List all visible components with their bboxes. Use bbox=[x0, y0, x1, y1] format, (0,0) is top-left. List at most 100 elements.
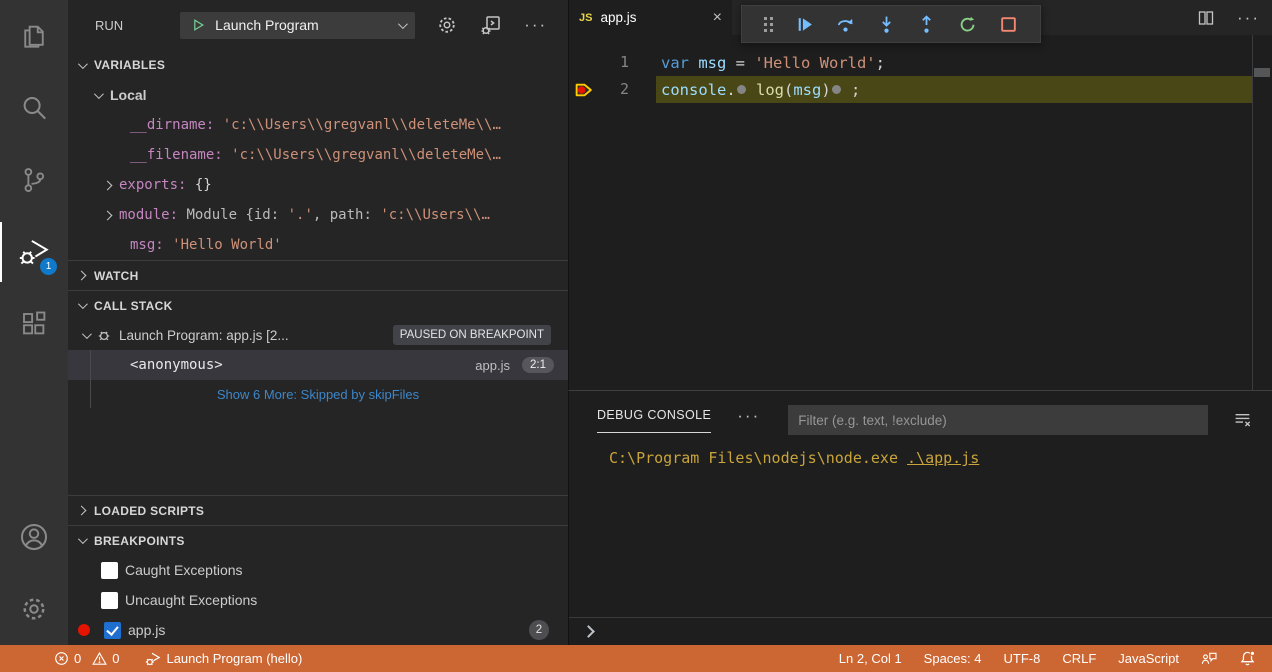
step-out-button[interactable] bbox=[917, 15, 936, 34]
frame-file: app.js bbox=[475, 358, 510, 373]
editor-scrollbar-thumb[interactable] bbox=[1254, 68, 1270, 77]
scope-local-row[interactable]: Local bbox=[68, 80, 568, 110]
show-more-frames-row: Show 6 More: Skipped by skipFiles bbox=[68, 380, 568, 408]
chevron-right-icon bbox=[77, 506, 87, 516]
variable-row[interactable]: msg: 'Hello World' bbox=[68, 230, 568, 260]
clear-console-button[interactable] bbox=[1234, 411, 1252, 429]
panel-more-actions-button[interactable]: ··· bbox=[737, 411, 760, 429]
stack-frame-row[interactable]: <anonymous> app.js 2:1 bbox=[68, 350, 568, 380]
sidebar-more-actions-button[interactable]: ··· bbox=[524, 20, 547, 30]
open-debug-console-button[interactable] bbox=[479, 13, 503, 37]
activitybar-settings[interactable] bbox=[0, 573, 68, 645]
accounts-icon bbox=[18, 521, 50, 553]
breakpoint-row-uncaught[interactable]: Uncaught Exceptions bbox=[68, 585, 568, 615]
chevron-down-icon bbox=[82, 329, 92, 339]
code-editor[interactable]: 1 var msg = 'Hello World'; 2 console. lo… bbox=[569, 35, 1272, 103]
paused-breakpoint-icon[interactable] bbox=[574, 80, 594, 100]
activitybar-explorer[interactable] bbox=[0, 0, 68, 72]
inline-breakpoint-dot[interactable] bbox=[832, 85, 841, 94]
search-icon bbox=[19, 93, 49, 123]
console-filter-input[interactable] bbox=[788, 405, 1208, 435]
paused-on-breakpoint-badge: PAUSED ON BREAKPOINT bbox=[393, 325, 551, 345]
feedback-icon bbox=[1201, 651, 1217, 667]
step-over-button[interactable] bbox=[836, 15, 855, 34]
breakpoint-row-file[interactable]: app.js 2 bbox=[68, 615, 568, 645]
start-debug-icon bbox=[190, 17, 206, 33]
code-line-2-current[interactable]: 2 console. log(msg) ; bbox=[569, 76, 1272, 103]
caught-exceptions-checkbox[interactable] bbox=[101, 562, 118, 579]
step-into-button[interactable] bbox=[877, 15, 896, 34]
extensions-icon bbox=[19, 309, 49, 339]
language-mode-item[interactable]: JavaScript bbox=[1118, 651, 1179, 666]
chevron-down-icon bbox=[398, 19, 408, 29]
continue-button[interactable] bbox=[795, 15, 814, 34]
error-count: 0 bbox=[74, 651, 81, 666]
breakpoint-row-caught[interactable]: Caught Exceptions bbox=[68, 555, 568, 585]
source-control-icon bbox=[19, 165, 49, 195]
activitybar-search[interactable] bbox=[0, 72, 68, 144]
chevron-down-icon bbox=[78, 299, 88, 309]
debug-status-item[interactable]: Launch Program (hello) bbox=[145, 651, 302, 667]
breakpoint-enabled-checkbox[interactable] bbox=[104, 622, 121, 639]
notifications-button[interactable] bbox=[1239, 650, 1256, 667]
debug-session-row[interactable]: Launch Program: app.js [2... PAUSED ON B… bbox=[68, 320, 568, 350]
watch-section-header[interactable]: WATCH bbox=[68, 260, 568, 290]
bell-icon bbox=[1239, 650, 1256, 667]
show-more-link[interactable]: Show 6 More: Skipped by skipFiles bbox=[217, 387, 419, 402]
breakpoints-section-header[interactable]: BREAKPOINTS bbox=[68, 525, 568, 555]
inline-breakpoint-dot[interactable] bbox=[737, 85, 746, 94]
chevron-right-icon bbox=[103, 180, 113, 190]
problems-status-item[interactable]: 0 0 bbox=[54, 651, 119, 666]
encoding-item[interactable]: UTF-8 bbox=[1004, 651, 1041, 666]
session-label: Launch Program: app.js [2... bbox=[119, 328, 289, 343]
chevron-down-icon bbox=[78, 59, 88, 69]
variable-value: {} bbox=[195, 177, 212, 193]
split-editor-button[interactable] bbox=[1197, 9, 1215, 27]
feedback-button[interactable] bbox=[1201, 651, 1217, 667]
gutter-breakpoint-slot[interactable] bbox=[574, 53, 594, 73]
warning-icon bbox=[92, 651, 107, 666]
editor-more-actions-button[interactable]: ··· bbox=[1237, 13, 1260, 23]
loaded-scripts-section-header[interactable]: LOADED SCRIPTS bbox=[68, 495, 568, 525]
debug-status-icon bbox=[145, 651, 161, 667]
eol-item[interactable]: CRLF bbox=[1062, 651, 1096, 666]
debug-status-label: Launch Program (hello) bbox=[166, 651, 302, 666]
close-tab-icon[interactable]: × bbox=[713, 10, 722, 26]
activitybar-accounts[interactable] bbox=[0, 501, 68, 573]
stop-button[interactable] bbox=[999, 15, 1018, 34]
console-output-link[interactable]: .\app.js bbox=[907, 449, 979, 467]
activitybar-run-and-debug[interactable]: 1 bbox=[0, 216, 68, 288]
variables-section-header[interactable]: VARIABLES bbox=[68, 50, 568, 80]
panel-header: DEBUG CONSOLE ··· bbox=[569, 391, 1272, 437]
variable-value: 'c:\\Users\\gregvanl\\deleteMe\… bbox=[231, 147, 501, 163]
debug-settings-button[interactable] bbox=[436, 14, 458, 36]
callstack-section-header[interactable]: CALL STACK bbox=[68, 290, 568, 320]
uncaught-exceptions-checkbox[interactable] bbox=[101, 592, 118, 609]
variable-name: module: bbox=[119, 207, 186, 223]
toolbar-drag-grip[interactable] bbox=[764, 17, 773, 32]
activitybar-extensions[interactable] bbox=[0, 288, 68, 360]
activitybar-source-control[interactable] bbox=[0, 144, 68, 216]
restart-button[interactable] bbox=[958, 15, 977, 34]
frame-name: <anonymous> bbox=[130, 357, 223, 373]
variable-row[interactable]: __filename: 'c:\\Users\\gregvanl\\delete… bbox=[68, 140, 568, 170]
variable-row[interactable]: __dirname: 'c:\\Users\\gregvanl\\deleteM… bbox=[68, 110, 568, 140]
variable-name: msg: bbox=[130, 237, 172, 253]
editor-group: JS app.js × ··· bbox=[568, 0, 1272, 390]
tree-indent-guide bbox=[90, 380, 91, 408]
cursor-position-item[interactable]: Ln 2, Col 1 bbox=[839, 651, 902, 666]
console-output-line: C:\Program Files\nodejs\node.exe .\app.j… bbox=[569, 437, 1272, 467]
variable-name: __filename: bbox=[130, 147, 231, 163]
variable-row-module[interactable]: module: Module {id: '.', path: 'c:\\User… bbox=[68, 200, 568, 230]
variable-row-exports[interactable]: exports: {} bbox=[68, 170, 568, 200]
indentation-item[interactable]: Spaces: 4 bbox=[924, 651, 982, 666]
console-output-text: C:\Program Files\nodejs\node.exe bbox=[609, 449, 907, 467]
tab-appjs[interactable]: JS app.js × bbox=[569, 0, 732, 35]
callstack-empty-space bbox=[68, 408, 568, 495]
variable-name: exports: bbox=[119, 177, 195, 193]
console-input-row[interactable] bbox=[569, 617, 1272, 645]
launch-config-dropdown[interactable]: Launch Program bbox=[180, 12, 415, 39]
activitybar-spacer bbox=[0, 360, 68, 501]
tab-debug-console[interactable]: DEBUG CONSOLE bbox=[597, 408, 711, 433]
code-line-1[interactable]: 1 var msg = 'Hello World'; bbox=[569, 49, 1272, 76]
